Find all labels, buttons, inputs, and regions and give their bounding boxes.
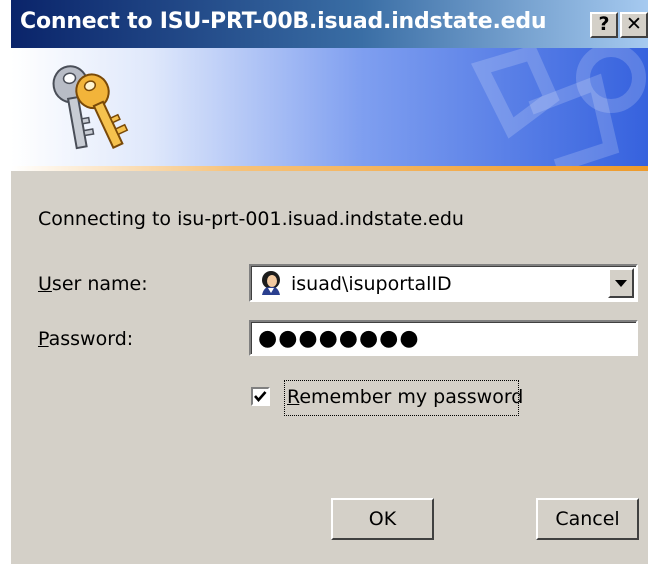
password-label: Password: <box>38 328 134 350</box>
remember-password-label[interactable]: Remember my password <box>287 386 523 408</box>
connect-dialog: Connect to ISU-PRT-00B.isuad.indstate.ed… <box>11 0 648 564</box>
remember-password-checkbox[interactable] <box>251 387 270 406</box>
checkmark-icon <box>254 391 267 402</box>
keys-icon <box>52 65 129 150</box>
password-value: ●●●●●●●● <box>258 326 420 351</box>
banner-divider <box>11 166 648 171</box>
user-avatar-icon <box>262 271 280 295</box>
connecting-message: Connecting to isu-prt-001.isuad.indstate… <box>38 208 464 230</box>
close-button[interactable]: ✕ <box>620 12 648 38</box>
ok-button[interactable]: OK <box>331 498 434 540</box>
username-dropdown-button[interactable] <box>608 268 634 298</box>
cancel-button[interactable]: Cancel <box>536 498 639 540</box>
help-button[interactable]: ? <box>590 12 618 38</box>
title-bar[interactable]: Connect to ISU-PRT-00B.isuad.indstate.ed… <box>11 0 648 48</box>
password-field[interactable]: ●●●●●●●● <box>249 320 638 356</box>
username-value: isuad\isuportalID <box>291 273 452 295</box>
chevron-down-icon <box>615 280 627 287</box>
remember-password-focus[interactable]: Remember my password <box>284 380 523 416</box>
username-combobox[interactable]: isuad\isuportalID <box>249 264 638 302</box>
window-title: Connect to ISU-PRT-00B.isuad.indstate.ed… <box>20 9 547 34</box>
header-banner <box>11 48 648 166</box>
username-label: User name: <box>38 273 148 295</box>
